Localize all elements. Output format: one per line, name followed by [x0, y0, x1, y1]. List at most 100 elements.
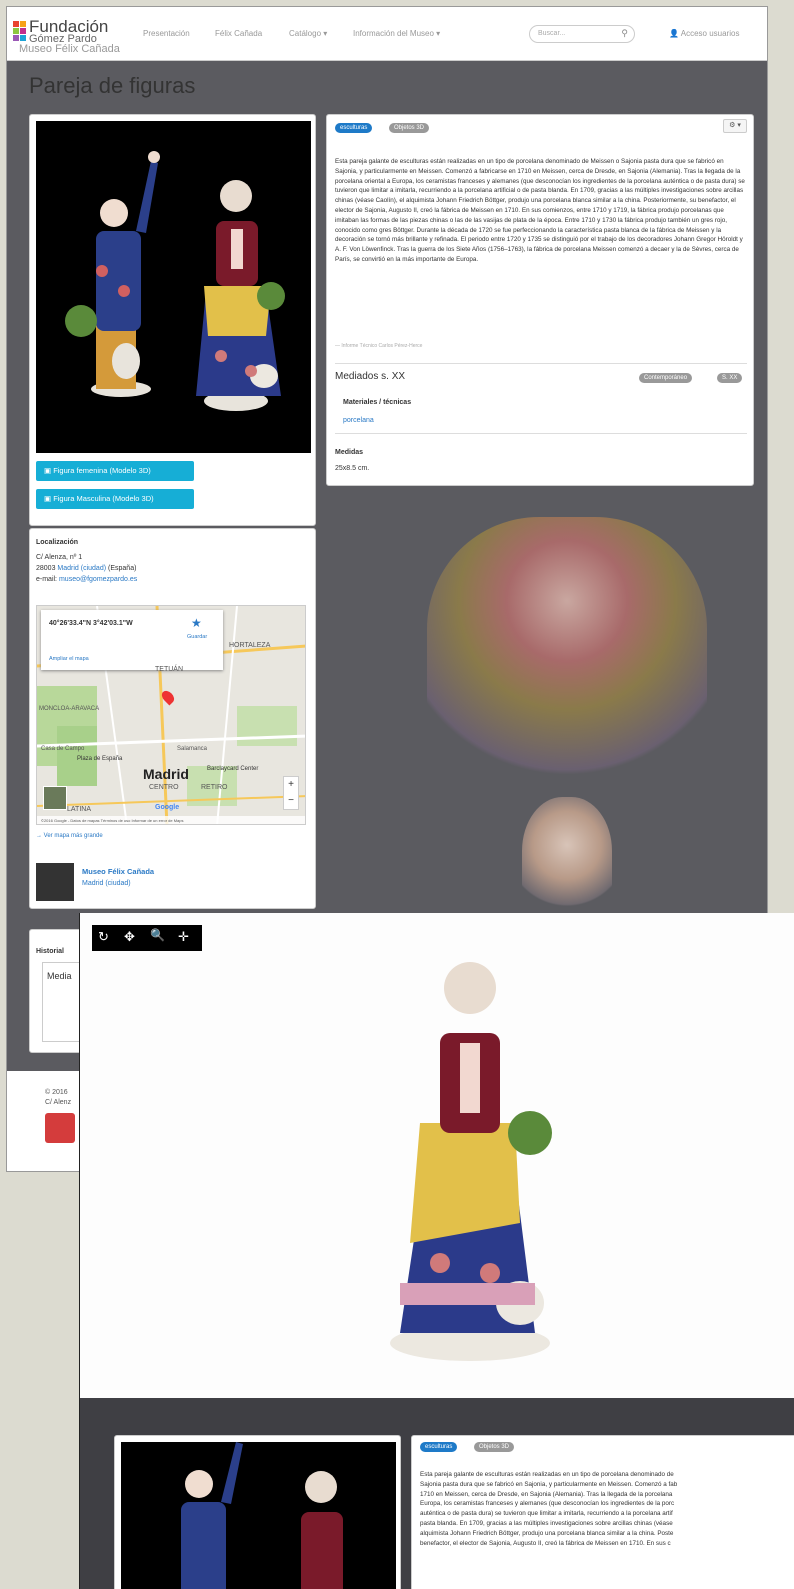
zoom-icon[interactable]: 🔍	[150, 928, 165, 942]
rotate-icon[interactable]: ↻	[98, 929, 109, 945]
badge-s-xx[interactable]: S. XX	[717, 373, 743, 383]
zoom-out-icon[interactable]: −	[284, 793, 298, 809]
tag-esculturas-duplicate[interactable]: esculturas	[420, 1442, 458, 1452]
materials-title: Materiales / técnicas	[343, 399, 412, 406]
materials-link[interactable]: porcelana	[343, 417, 374, 424]
user-icon: 👤	[669, 29, 679, 38]
nav-info-museo[interactable]: Información del Museo ▾	[353, 29, 440, 38]
museum-city-link[interactable]: Madrid (ciudad)	[82, 880, 131, 887]
star-icon[interactable]: ★	[191, 616, 202, 630]
female-3d-button[interactable]: ▣ Figura femenina (Modelo 3D)	[36, 461, 194, 481]
description-card: esculturas Objetos 3D ⚙ ▾ Esta pareja ga…	[326, 114, 754, 486]
country: (España)	[108, 565, 137, 572]
medidas-title: Medidas	[335, 449, 364, 456]
location-card: Localización C/ Alenza, nº 1 28003 Madri…	[29, 528, 316, 909]
description-line: Europa, los ceramistas franceses y alema…	[420, 1500, 675, 1508]
image-icon: ▣	[44, 494, 52, 503]
login-link[interactable]: 👤 Acceso usuarios	[669, 29, 739, 38]
description-line: alquimista Johann Friedrich Böttger, pro…	[420, 1529, 674, 1537]
divider	[335, 433, 747, 434]
footer-address: C/ Alenz	[45, 1099, 72, 1106]
district-casa-campo: Casa de Campo	[41, 746, 85, 752]
google-map[interactable]: 40°26'33.4"N 3°42'03.1"W ★ Guardar Ampli…	[36, 605, 306, 825]
viewer-toolbar: ↻ ✥ 🔍 ✛	[92, 925, 202, 951]
footer-copyright: © 2016	[45, 1089, 68, 1096]
tag-objetos-3d[interactable]: Objetos 3D	[389, 123, 430, 133]
gear-icon[interactable]: ⚙ ▾	[723, 119, 747, 133]
description-text-duplicate: Esta pareja galante de esculturas están …	[420, 1470, 794, 1548]
district-retiro: RETIRO	[201, 784, 228, 791]
museum-name-link[interactable]: Museo Félix Cañada	[82, 867, 154, 876]
male-3d-label: Figura Masculina (Modelo 3D)	[53, 494, 154, 503]
nav-catalogo[interactable]: Catálogo ▾	[289, 29, 327, 38]
google-logo: Google	[155, 804, 180, 811]
poi-barclaycard: Barclaycard Center	[207, 766, 259, 772]
museum-thumbnail[interactable]	[36, 863, 74, 901]
brand-museum[interactable]: Museo Félix Cañada	[19, 43, 120, 55]
historial-title: Historial	[36, 948, 65, 955]
login-label: Acceso usuarios	[680, 29, 740, 38]
3d-viewer[interactable]: ↻ ✥ 🔍 ✛	[80, 913, 794, 1398]
medidas-value: 25x8.5 cm.	[335, 465, 370, 472]
district-latina: LATINA	[67, 806, 91, 813]
move-icon[interactable]: ✥	[124, 929, 135, 945]
porcelain-couple-image	[65, 151, 285, 411]
figures-photo[interactable]	[36, 121, 311, 453]
zoom-in-icon[interactable]: +	[284, 777, 298, 793]
city-link[interactable]: Madrid (ciudad)	[57, 565, 106, 572]
figures-photo-duplicate[interactable]	[121, 1442, 396, 1589]
background-figure-image	[427, 517, 707, 797]
image-icon: ▣	[44, 466, 52, 475]
logo-icon	[13, 21, 27, 43]
female-3d-label: Figura femenina (Modelo 3D)	[53, 466, 151, 475]
background-face-image	[522, 797, 612, 917]
email-link[interactable]: museo@fgomezpardo.es	[59, 576, 137, 583]
district-plaza-espana: Plaza de España	[77, 756, 123, 762]
location-email: e-mail: museo@fgomezpardo.es	[36, 576, 137, 583]
historial-value: Media	[47, 971, 72, 981]
district-salamanca: Salamanca	[177, 746, 208, 752]
image-card: ▣ Figura femenina (Modelo 3D) ▣ Figura M…	[29, 114, 316, 526]
search-icon[interactable]: ⚲	[621, 28, 628, 39]
pan-icon[interactable]: ✛	[178, 929, 189, 945]
viewer-screenshot: ↻ ✥ 🔍 ✛ esculturas Objetos 3D Esta parej…	[79, 913, 794, 1589]
location-city: 28003 Madrid (ciudad) (España)	[36, 565, 136, 572]
badge-contemporaneo[interactable]: Contemporáneo	[639, 373, 693, 383]
district-centro: CENTRO	[149, 784, 179, 791]
tag-esculturas[interactable]: esculturas	[335, 123, 373, 133]
description-source: — Informe Técnico Carlos Pérez-Herce	[335, 343, 423, 349]
search-input[interactable]: Buscar... ⚲	[529, 25, 635, 43]
map-coords: 40°26'33.4"N 3°42'03.1"W	[49, 620, 133, 627]
search-placeholder: Buscar...	[538, 30, 566, 37]
male-3d-button[interactable]: ▣ Figura Masculina (Modelo 3D)	[36, 489, 194, 509]
description-text: Esta pareja galante de esculturas están …	[335, 158, 745, 263]
tag-objetos-3d-duplicate[interactable]: Objetos 3D	[474, 1442, 515, 1452]
description-line: Esta pareja galante de esculturas están …	[420, 1471, 674, 1478]
postal-code: 28003	[36, 565, 56, 572]
description-line: auténtica o de pasta dura) se tuvieron q…	[420, 1510, 673, 1518]
divider	[335, 363, 747, 364]
footer-logo-icon	[45, 1113, 75, 1143]
bigger-map-link[interactable]: → Ver mapa más grande	[36, 833, 103, 839]
zoom-controls: + −	[283, 776, 299, 810]
nav-presentacion[interactable]: Presentación	[143, 29, 190, 38]
nav-felix-canada[interactable]: Félix Cañada	[215, 29, 262, 38]
district-moncloa: MONCLOA-ARAVACA	[39, 706, 100, 712]
location-title: Localización	[36, 539, 79, 546]
description-line: 1710 en Meissen, cerca de Dresde, en Saj…	[420, 1490, 673, 1498]
location-street: C/ Alenza, nº 1	[36, 554, 83, 561]
description-line: Sajonia pasta dura que se fabricó en Saj…	[420, 1480, 678, 1488]
description-card-duplicate: esculturas Objetos 3D Esta pareja galant…	[411, 1435, 794, 1589]
map-save[interactable]: Guardar	[187, 634, 207, 640]
porcelain-couple-image-duplicate	[181, 1442, 343, 1589]
map-info-box: 40°26'33.4"N 3°42'03.1"W ★ Guardar Ampli…	[41, 610, 223, 670]
top-navbar: Fundación Gómez Pardo Museo Félix Cañada…	[7, 7, 767, 61]
female-figure-3d-model	[390, 962, 552, 1361]
satellite-toggle[interactable]	[43, 786, 67, 810]
district-tetuan: TETUÁN	[155, 666, 183, 673]
map-enlarge[interactable]: Ampliar el mapa	[49, 656, 89, 662]
description-line: pasta blanda. En 1709, gracias a las múl…	[420, 1519, 673, 1527]
image-card-duplicate	[114, 1435, 401, 1589]
city-madrid: Madrid	[143, 766, 189, 782]
description-line: benefactor, el elector de Sajonia, Augus…	[420, 1539, 671, 1547]
